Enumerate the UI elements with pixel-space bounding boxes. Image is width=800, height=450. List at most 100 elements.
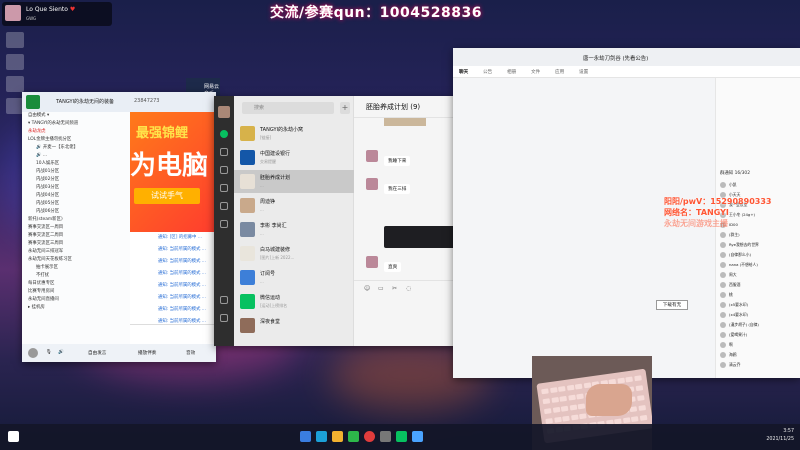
menu-icon[interactable] [220, 314, 228, 322]
desktop-icon[interactable] [6, 54, 24, 70]
channel-item[interactable]: 10人娱乐区 [22, 160, 130, 168]
desktop-icon[interactable] [6, 76, 24, 92]
channel-item[interactable]: 赛事交流区一周目 [22, 224, 130, 232]
favorites-icon[interactable] [220, 166, 228, 174]
taskbar-app-icon[interactable] [380, 431, 391, 442]
tab-3[interactable]: 文件 [531, 69, 540, 75]
tab-1[interactable]: 公告 [483, 69, 492, 75]
system-clock[interactable]: 3:57 2021/11/25 [766, 428, 794, 444]
member-item[interactable]: 西服酒 [720, 282, 740, 288]
add-button[interactable]: + [340, 102, 350, 114]
search-icon[interactable] [220, 220, 228, 228]
member-item[interactable]: (x4要水印) [720, 312, 748, 318]
member-item[interactable]: (群主) [720, 232, 740, 238]
member-item[interactable]: 周大 [720, 272, 737, 278]
avatar[interactable] [218, 106, 230, 118]
taskbar-app-icon[interactable] [396, 431, 407, 442]
screenshot-message[interactable] [384, 226, 456, 248]
notice-item[interactable]: 通知: 当前所属的模式 ... [130, 280, 216, 292]
chat-list-item[interactable]: 胚胎养成计划... [234, 170, 354, 193]
member-item[interactable]: 海鸥 [720, 352, 737, 358]
channel-item[interactable]: 抽卡展示区 [22, 264, 130, 272]
channel-item[interactable]: 比赛专用房间 [22, 288, 130, 296]
play-music-button[interactable]: 播放伴奏 [138, 350, 156, 356]
taskbar-app-icon[interactable] [412, 431, 423, 442]
tab-5[interactable]: 设置 [579, 69, 588, 75]
avatar[interactable] [366, 256, 378, 268]
channel-item[interactable]: 内战03分区 [22, 184, 130, 192]
member-item[interactable]: (x5要水印) [720, 302, 748, 308]
taskbar-app-icon[interactable] [364, 431, 375, 442]
folder-icon[interactable]: ▭ [378, 285, 384, 292]
channel-item[interactable]: 内战01分区 [22, 168, 130, 176]
member-item[interactable]: 啊 [720, 342, 733, 348]
notice-item[interactable]: 通知: 当前所属的模式 ... [130, 244, 216, 256]
avatar[interactable] [366, 150, 378, 162]
channel-item[interactable]: 永劫无间三排冠军 [22, 248, 130, 256]
channel-item[interactable]: 赛事交流区三周目 [22, 240, 130, 248]
channel-item[interactable]: 赛事交流区二周目 [22, 232, 130, 240]
phone-icon[interactable] [220, 296, 228, 304]
channel-item[interactable]: LOL金牌主播勿扰分区 [22, 136, 130, 144]
chat-history-icon[interactable]: ◌ [406, 285, 411, 292]
notice-item[interactable]: 通知: [区] 的招募中 ... [130, 232, 216, 244]
member-item[interactable]: (爱喝果汁) [720, 332, 747, 338]
channel-item[interactable]: 自由模式 ▾ [22, 112, 130, 120]
chat-list-item[interactable]: 中国建设银行 交易提醒 [234, 146, 354, 169]
channel-item[interactable]: 每日优惠专区 [22, 280, 130, 288]
member-item[interactable]: 小凯 [720, 182, 737, 188]
taskbar-app-icon[interactable] [348, 431, 359, 442]
search-input[interactable]: 搜索 [242, 102, 334, 114]
start-icon[interactable] [8, 431, 19, 442]
channel-item[interactable]: 不打扰 [22, 272, 130, 280]
taskbar-app-icon[interactable] [300, 431, 311, 442]
emoji-icon[interactable]: ☺ [364, 285, 370, 292]
taskbar-app-icon[interactable] [316, 431, 327, 442]
chat-list-item[interactable]: 深夜食堂 [234, 314, 354, 337]
files-icon[interactable] [220, 184, 228, 192]
tab-4[interactable]: 应用 [555, 69, 564, 75]
tab-0[interactable]: 聊天 [459, 69, 468, 75]
member-item[interactable]: Rye我想去的世界 [720, 242, 759, 248]
channel-item[interactable]: ▾ TANGYI的永劫无间频道 [22, 120, 130, 128]
member-item[interactable]: nana (不想给人) [720, 262, 758, 268]
channel-item[interactable]: 永劫无间直播间 [22, 296, 130, 304]
moments-icon[interactable] [220, 202, 228, 210]
notice-item[interactable]: 通知: 当前所属的模式 ... [130, 304, 216, 316]
chat-list-item[interactable]: 微信运动 [运动]上榜排名 [234, 290, 354, 313]
message-bubble[interactable]: 直爽 [384, 262, 402, 272]
sound-fx-button[interactable]: 音效 [186, 350, 195, 356]
channel-item[interactable]: 🔊 开麦一【东北佬】 [22, 144, 130, 152]
chat-icon[interactable] [220, 130, 228, 138]
channel-item[interactable]: 新托(steam新区) [22, 216, 130, 224]
channel-item[interactable]: 永劫无间天花板练习区 [22, 256, 130, 264]
notice-item[interactable]: 通知: 当前所属的模式 ... [130, 292, 216, 304]
chat-list-item[interactable]: 白马城建装修 [图片]上新 2022... [234, 242, 354, 265]
volume-icon[interactable]: 🔊 [58, 350, 64, 355]
image-message[interactable] [384, 118, 426, 126]
avatar[interactable] [366, 178, 378, 190]
tab-2[interactable]: 相册 [507, 69, 516, 75]
mic-icon[interactable]: 🎙 [46, 350, 52, 355]
channel-item[interactable]: 内战06分区 [22, 208, 130, 216]
chat-list-item[interactable]: 周迪铮... [234, 194, 354, 217]
qq-compose-box[interactable] [130, 324, 216, 344]
member-item[interactable]: 清云乔 [720, 362, 740, 368]
notice-item[interactable]: 通知: 当前所属的模式 ... [130, 268, 216, 280]
channel-item[interactable]: 内战02分区 [22, 176, 130, 184]
promo-banner[interactable]: 最强锦鲤 为电脑 试试手气 [130, 112, 216, 232]
free-mic-button[interactable]: 自由发言 [88, 350, 106, 356]
promo-button[interactable]: 试试手气 [134, 188, 200, 204]
channel-item[interactable]: 内战05分区 [22, 200, 130, 208]
chat-list-item[interactable]: 李彬 李尚汇... [234, 218, 354, 241]
channel-item[interactable]: ▸ 挂机房 [22, 304, 130, 312]
channel-item[interactable]: 永劫龙虎 [22, 128, 130, 136]
chat-list-item[interactable]: 订阅号... [234, 266, 354, 289]
member-item[interactable]: (漫步胡子) (自律) [720, 322, 759, 328]
channel-item[interactable]: 🔊 ... [22, 152, 130, 160]
desktop-icon[interactable] [6, 32, 24, 48]
contacts-icon[interactable] [220, 148, 228, 156]
taskbar-app-icon[interactable] [332, 431, 343, 442]
channel-item[interactable]: 内战04分区 [22, 192, 130, 200]
chat-list-item[interactable]: TANGYI的永劫小窝 [链接] [234, 122, 354, 145]
